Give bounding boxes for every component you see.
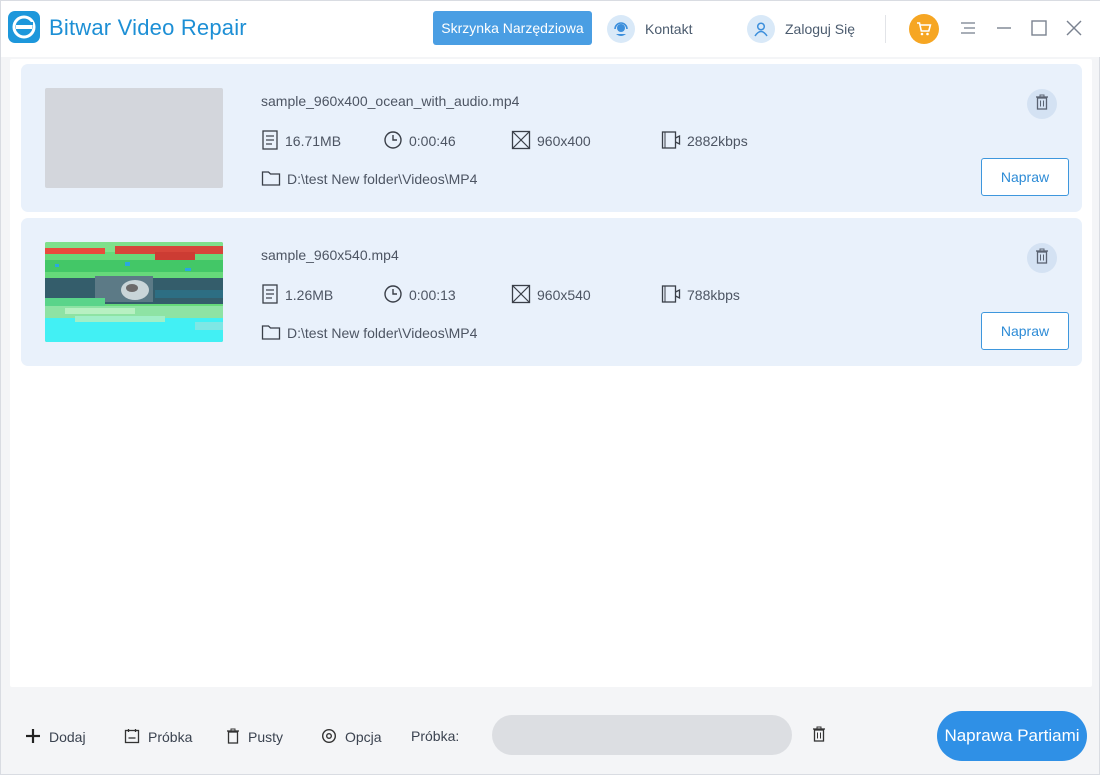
title-bar: Bitwar Video Repair Skrzynka Narzędziowa… [1,1,1100,57]
maximize-icon[interactable] [1028,17,1050,39]
toolbox-button[interactable]: Skrzynka Narzędziowa [433,11,592,45]
file-bitrate-value: 2882kbps [687,133,748,149]
batch-repair-button[interactable]: Naprawa Partiami [937,711,1087,761]
settings-icon [321,728,337,747]
contact-button[interactable]: Kontakt [607,14,692,44]
file-card[interactable]: sample_960x400_ocean_with_audio.mp4 16.7… [21,64,1082,212]
delete-file-button[interactable] [1027,243,1057,273]
bitwar-logo-icon [8,11,40,43]
minimize-icon[interactable] [993,17,1015,39]
file-duration: 0:00:46 [383,130,456,153]
file-resolution: 960x540 [511,284,591,307]
file-size: 16.71MB [261,129,342,153]
file-name: sample_960x400_ocean_with_audio.mp4 [261,93,520,109]
file-bitrate: 2882kbps [661,130,748,153]
repair-button[interactable]: Napraw [981,312,1069,350]
video-camera-icon [661,284,681,307]
header-divider [885,15,886,43]
file-size: 1.26MB [261,283,334,307]
clear-label: Pusty [248,729,284,745]
file-bitrate: 788kbps [661,284,740,307]
sample-button-label: Próbka [148,729,193,745]
trash-icon [226,728,240,747]
contact-label: Kontakt [645,21,693,37]
login-button[interactable]: Zaloguj Się [747,14,855,44]
trash-icon [1035,248,1049,269]
video-thumbnail [45,88,223,188]
file-size-value: 16.71MB [285,133,342,149]
repair-button[interactable]: Napraw [981,158,1069,196]
trash-icon [1035,94,1049,115]
video-camera-icon [661,130,681,153]
clock-icon [383,284,403,307]
file-resolution-value: 960x400 [537,133,591,149]
file-bitrate-value: 788kbps [687,287,740,303]
trash-icon [812,726,826,747]
user-icon [747,15,775,43]
file-list: sample_960x400_ocean_with_audio.mp4 16.7… [10,59,1092,687]
clock-icon [383,130,403,153]
sample-path-field[interactable] [492,715,792,755]
option-label: Opcja [345,729,382,745]
app-title: Bitwar Video Repair [49,15,247,40]
file-doc-icon [261,283,279,307]
file-card[interactable]: sample_960x540.mp4 1.26MB 0:00:13 960x54… [21,218,1082,366]
folder-icon [261,323,281,344]
file-resolution: 960x400 [511,130,591,153]
file-path: D:\test New folder\Videos\MP4 [261,323,477,343]
headset-icon [607,15,635,43]
file-name: sample_960x540.mp4 [261,247,399,263]
file-size-value: 1.26MB [285,287,334,303]
resolution-icon [511,130,531,153]
plus-icon [25,728,41,747]
file-duration: 0:00:13 [383,284,456,307]
add-button[interactable]: Dodaj [25,726,86,748]
close-icon[interactable] [1063,17,1085,39]
file-resolution-value: 960x540 [537,287,591,303]
cart-icon[interactable] [909,14,939,44]
video-thumbnail [45,242,223,342]
menu-icon[interactable] [957,17,979,39]
delete-file-button[interactable] [1027,89,1057,119]
sample-button[interactable]: Próbka [124,726,192,748]
file-duration-value: 0:00:46 [409,133,456,149]
file-duration-value: 0:00:13 [409,287,456,303]
option-button[interactable]: Opcja [321,726,382,748]
login-label: Zaloguj Się [785,21,856,37]
file-path-value: D:\test New folder\Videos\MP4 [287,325,478,341]
clear-button[interactable]: Pusty [226,726,283,748]
file-doc-icon [261,129,279,153]
add-label: Dodaj [49,729,86,745]
file-path-value: D:\test New folder\Videos\MP4 [287,171,478,187]
resolution-icon [511,284,531,307]
folder-icon [261,169,281,190]
sample-field-label: Próbka: [411,728,460,744]
clear-sample-button[interactable] [809,725,829,747]
file-path: D:\test New folder\Videos\MP4 [261,169,477,189]
sample-icon [124,728,140,747]
